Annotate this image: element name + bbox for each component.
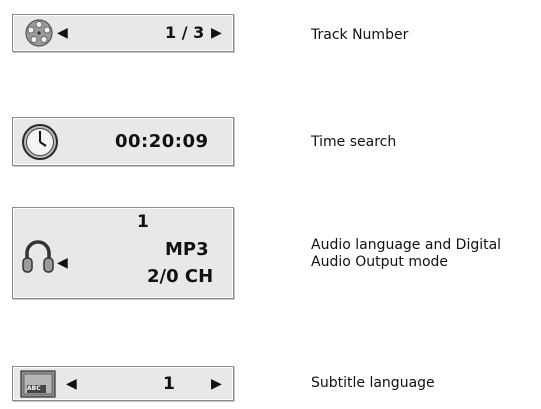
clock-icon: [20, 122, 60, 166]
headphones-icon: [21, 238, 55, 278]
film-reel-icon: [24, 18, 54, 52]
time-value: 00:20:09: [115, 131, 209, 152]
subtitle-next-arrow[interactable]: ▶: [211, 377, 222, 391]
subtitle-language-display: ABC ◀ 1 ▶: [12, 366, 234, 401]
audio-track-number: 1: [137, 212, 149, 232]
audio-channels: 2/0 CH: [147, 266, 214, 287]
track-number-value: 1 / 3: [165, 23, 205, 42]
subtitle-icon-text: ABC: [27, 385, 41, 392]
audio-prev-arrow[interactable]: ◀: [57, 256, 68, 270]
track-next-arrow[interactable]: ▶: [211, 26, 222, 40]
track-number-display: ◀ 1 / 3 ▶: [12, 14, 234, 52]
subtitle-language-caption: Subtitle language: [311, 375, 435, 391]
audio-language-display: ◀ 1 MP3 2/0 CH: [12, 207, 234, 299]
time-search-caption: Time search: [311, 134, 397, 150]
subtitle-value: 1: [163, 374, 175, 394]
subtitle-prev-arrow[interactable]: ◀: [66, 377, 77, 391]
audio-caption-line1: Audio language and Digital: [311, 237, 502, 253]
time-search-display: 00:20:09: [12, 117, 234, 166]
audio-caption-line2: Audio Output mode: [311, 254, 449, 270]
track-number-caption: Track Number: [311, 27, 409, 43]
track-prev-arrow[interactable]: ◀: [57, 26, 68, 40]
audio-format: MP3: [165, 239, 209, 260]
